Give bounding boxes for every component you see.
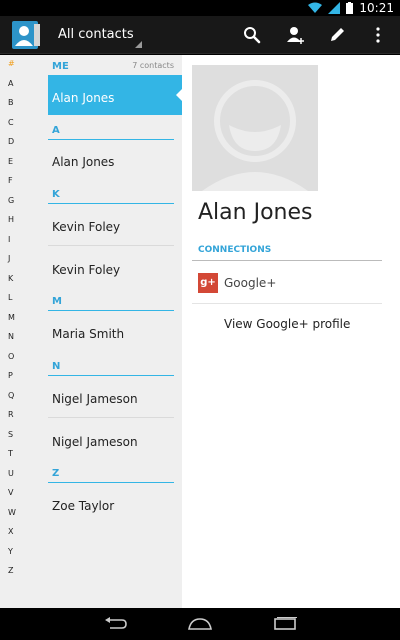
search-icon	[244, 27, 261, 44]
google-plus-icon: g+	[198, 273, 218, 293]
row-divider	[48, 417, 174, 418]
alpha-index-item[interactable]: F	[8, 176, 13, 185]
alpha-index-item[interactable]: Y	[8, 547, 13, 556]
search-button[interactable]	[236, 20, 268, 50]
contact-item[interactable]: Nigel Jameson	[52, 392, 138, 406]
alpha-index-item[interactable]: C	[8, 118, 14, 127]
section-divider	[48, 203, 174, 204]
alpha-index-item[interactable]: J	[8, 254, 10, 263]
section-header: A	[52, 125, 60, 136]
alpha-index-item[interactable]: N	[8, 332, 14, 341]
alpha-index-item[interactable]: U	[8, 469, 14, 478]
view-google-plus-profile-link[interactable]: View Google+ profile	[224, 317, 350, 331]
edit-icon	[331, 28, 344, 41]
section-divider	[48, 139, 174, 140]
signal-icon	[328, 2, 341, 14]
alpha-index-item[interactable]: M	[8, 313, 15, 322]
contact-count: 7 contacts	[132, 61, 174, 70]
contact-list: ME 7 contacts Alan Jones A Alan Jones K …	[46, 55, 182, 608]
section-header: N	[52, 361, 61, 372]
edit-button[interactable]	[321, 20, 353, 50]
contact-item[interactable]: Maria Smith	[52, 327, 124, 341]
google-plus-label: Google+	[224, 276, 277, 290]
home-button[interactable]	[186, 614, 214, 634]
row-divider	[48, 245, 174, 246]
contact-item[interactable]: Nigel Jameson	[52, 435, 138, 449]
contact-item-selected[interactable]: Alan Jones	[48, 75, 182, 115]
alpha-index-item[interactable]: R	[8, 410, 14, 419]
contact-item[interactable]: Zoe Taylor	[52, 499, 114, 513]
back-button[interactable]	[101, 614, 129, 634]
contact-detail-pane: Alan Jones CONNECTIONS g+ Google+ View G…	[182, 55, 400, 608]
alpha-index-item[interactable]: D	[8, 137, 14, 146]
home-icon	[188, 618, 212, 630]
contacts-app-icon[interactable]	[10, 20, 42, 50]
alpha-index-item[interactable]: G	[8, 196, 14, 205]
alpha-index-item[interactable]: P	[8, 371, 13, 380]
section-header: K	[52, 189, 60, 200]
alpha-index-item[interactable]: O	[8, 352, 14, 361]
alpha-index-item[interactable]: B	[8, 98, 14, 107]
section-divider	[48, 375, 174, 376]
action-bar: All contacts	[0, 16, 400, 54]
alpha-index-item[interactable]: E	[8, 157, 13, 166]
contact-item[interactable]: Kevin Foley	[52, 263, 120, 277]
contact-item[interactable]: Alan Jones	[52, 155, 114, 169]
alpha-index-item[interactable]: K	[8, 274, 13, 283]
alpha-index-item[interactable]: #	[8, 59, 15, 68]
add-contact-button[interactable]	[280, 20, 312, 50]
contact-detail-name: Alan Jones	[198, 200, 313, 225]
add-contact-icon	[287, 27, 304, 44]
recent-apps-icon	[274, 617, 297, 630]
alpha-index-item[interactable]: A	[8, 79, 13, 88]
contacts-filter-label: All contacts	[58, 27, 134, 42]
section-header: Z	[52, 468, 60, 479]
connections-header: CONNECTIONS	[198, 245, 272, 255]
alpha-index-item[interactable]: H	[8, 215, 14, 224]
wifi-icon	[308, 2, 323, 13]
section-divider	[48, 310, 174, 311]
alpha-index-item[interactable]: T	[8, 449, 13, 458]
contact-item[interactable]: Kevin Foley	[52, 220, 120, 234]
connections-divider	[192, 260, 382, 261]
me-section-header: ME	[52, 61, 69, 72]
spinner-indicator-icon	[135, 41, 142, 48]
section-header: M	[52, 296, 62, 307]
alpha-index-item[interactable]: V	[8, 488, 13, 497]
alpha-index-item[interactable]: S	[8, 430, 13, 439]
contacts-filter-spinner[interactable]: All contacts	[48, 22, 144, 50]
recent-apps-button[interactable]	[271, 614, 299, 634]
section-divider	[48, 482, 174, 483]
default-avatar-icon	[202, 80, 308, 191]
back-icon	[105, 617, 127, 629]
alphabet-index[interactable]: # A B C D E F G H I J K L M N O P Q R S …	[0, 55, 46, 608]
overflow-menu-icon	[376, 27, 380, 43]
alpha-index-item[interactable]: L	[8, 293, 12, 302]
status-bar: 10:21	[0, 0, 400, 16]
alpha-index-item[interactable]: I	[8, 235, 10, 244]
contact-name: Alan Jones	[52, 91, 115, 105]
alpha-index-item[interactable]: Z	[8, 566, 13, 575]
overflow-menu-button[interactable]	[362, 20, 394, 50]
alpha-index-item[interactable]: X	[8, 527, 13, 536]
connection-divider	[192, 303, 382, 304]
contact-photo[interactable]	[192, 65, 318, 191]
battery-icon	[346, 2, 354, 14]
navigation-bar	[0, 608, 400, 640]
status-time: 10:21	[359, 1, 394, 15]
alpha-index-item[interactable]: W	[8, 508, 16, 517]
alpha-index-item[interactable]: Q	[8, 391, 14, 400]
